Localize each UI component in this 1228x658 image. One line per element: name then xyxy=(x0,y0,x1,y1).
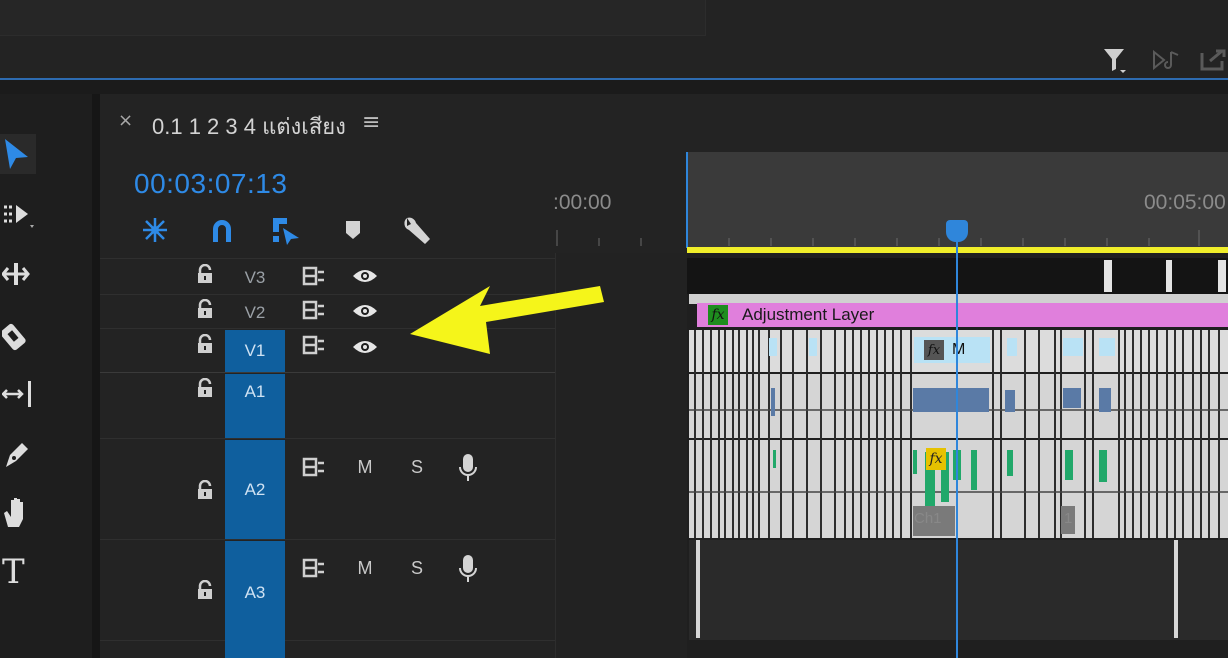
clip-channel-label: Ch1 xyxy=(914,510,942,527)
solo-button[interactable]: S xyxy=(404,455,430,479)
mute-button[interactable]: M xyxy=(352,455,378,479)
clip-fx-marker[interactable]: fx M xyxy=(914,337,990,363)
lock-icon[interactable] xyxy=(197,579,213,604)
eye-icon[interactable] xyxy=(350,335,380,359)
clip-channel-label: 1 xyxy=(1064,510,1073,527)
lock-icon[interactable] xyxy=(197,263,213,288)
snap-magnet-icon[interactable] xyxy=(205,212,239,248)
v3-clip[interactable] xyxy=(1166,260,1172,292)
sync-lock-icon[interactable] xyxy=(300,264,328,288)
mute-button[interactable]: M xyxy=(352,556,378,580)
playhead-handle[interactable] xyxy=(946,220,968,242)
ruler-ticks xyxy=(556,230,1200,246)
nest-icon[interactable] xyxy=(138,212,172,248)
close-tab-icon[interactable]: × xyxy=(118,110,133,131)
fx-badge: fx xyxy=(926,448,946,470)
track-name-v3[interactable]: V3 xyxy=(225,262,285,294)
solo-button[interactable]: S xyxy=(404,556,430,580)
lock-icon[interactable] xyxy=(197,377,213,402)
track-divider xyxy=(100,438,555,439)
lock-icon[interactable] xyxy=(197,479,213,504)
marker-label: M xyxy=(952,341,966,358)
sequence-start-marker xyxy=(686,152,688,248)
sequence-tab-title[interactable]: 0.1 1 2 3 4 แต่งเสียง xyxy=(152,109,346,144)
track-divider xyxy=(100,539,555,540)
sync-lock-icon[interactable] xyxy=(300,556,328,580)
fx-badge: fx xyxy=(924,340,944,360)
panel-menu-icon[interactable]: ≡ xyxy=(362,110,380,135)
panel-gutter xyxy=(0,80,1228,94)
track-name-v1[interactable]: V1 xyxy=(225,330,285,372)
hand-icon[interactable] xyxy=(0,492,36,532)
a3-clip-edge[interactable] xyxy=(696,540,700,638)
ripple-edit-icon[interactable] xyxy=(0,254,36,294)
lock-icon[interactable] xyxy=(197,333,213,358)
annotation-arrow xyxy=(410,286,604,354)
svg-text:T: T xyxy=(2,553,25,587)
linked-selection-icon[interactable] xyxy=(268,212,302,248)
fx-badge: fx xyxy=(708,305,728,325)
selection-tool-icon[interactable] xyxy=(0,134,36,174)
track-name-v2[interactable]: V2 xyxy=(225,297,285,328)
sync-lock-icon[interactable] xyxy=(300,333,328,357)
microphone-icon[interactable] xyxy=(455,553,481,585)
lock-icon[interactable] xyxy=(197,298,213,323)
track-divider xyxy=(100,640,555,641)
export-icon[interactable] xyxy=(1198,45,1228,75)
eye-icon[interactable] xyxy=(350,299,380,323)
panel-separator[interactable] xyxy=(92,94,100,658)
razor-icon[interactable] xyxy=(0,314,36,354)
a3-clip-edge[interactable] xyxy=(1174,540,1178,638)
ruler-label-start: :00:00 xyxy=(553,191,612,214)
track-name-a3[interactable]: A3 xyxy=(225,541,285,658)
eye-icon[interactable] xyxy=(350,264,380,288)
pen-icon[interactable] xyxy=(0,434,36,474)
filter-icon[interactable] xyxy=(1100,45,1130,75)
wrench-icon[interactable] xyxy=(400,212,434,248)
playhead-timecode[interactable]: 00:03:07:13 xyxy=(134,168,287,200)
add-marker-icon[interactable] xyxy=(336,212,370,248)
track-name-a1[interactable]: A1 xyxy=(225,374,285,438)
microphone-icon[interactable] xyxy=(455,452,481,484)
ruler-label-5min: 00:05:00 xyxy=(1144,191,1226,214)
v3-clip[interactable] xyxy=(1218,260,1226,292)
playhead-line[interactable] xyxy=(956,222,958,658)
a3-track-lane[interactable] xyxy=(689,540,1228,640)
track-select-icon[interactable] xyxy=(0,194,36,234)
program-monitor-strip xyxy=(0,0,706,36)
v3-clip[interactable] xyxy=(1104,260,1112,292)
slip-icon[interactable] xyxy=(0,374,36,414)
track-name-a2[interactable]: A2 xyxy=(225,440,285,539)
sync-lock-icon[interactable] xyxy=(300,298,328,322)
sync-lock-icon[interactable] xyxy=(300,455,328,479)
audio-insert-icon[interactable] xyxy=(1150,45,1184,75)
adjustment-layer-label: Adjustment Layer xyxy=(742,305,875,324)
type-icon[interactable]: T xyxy=(0,550,36,590)
